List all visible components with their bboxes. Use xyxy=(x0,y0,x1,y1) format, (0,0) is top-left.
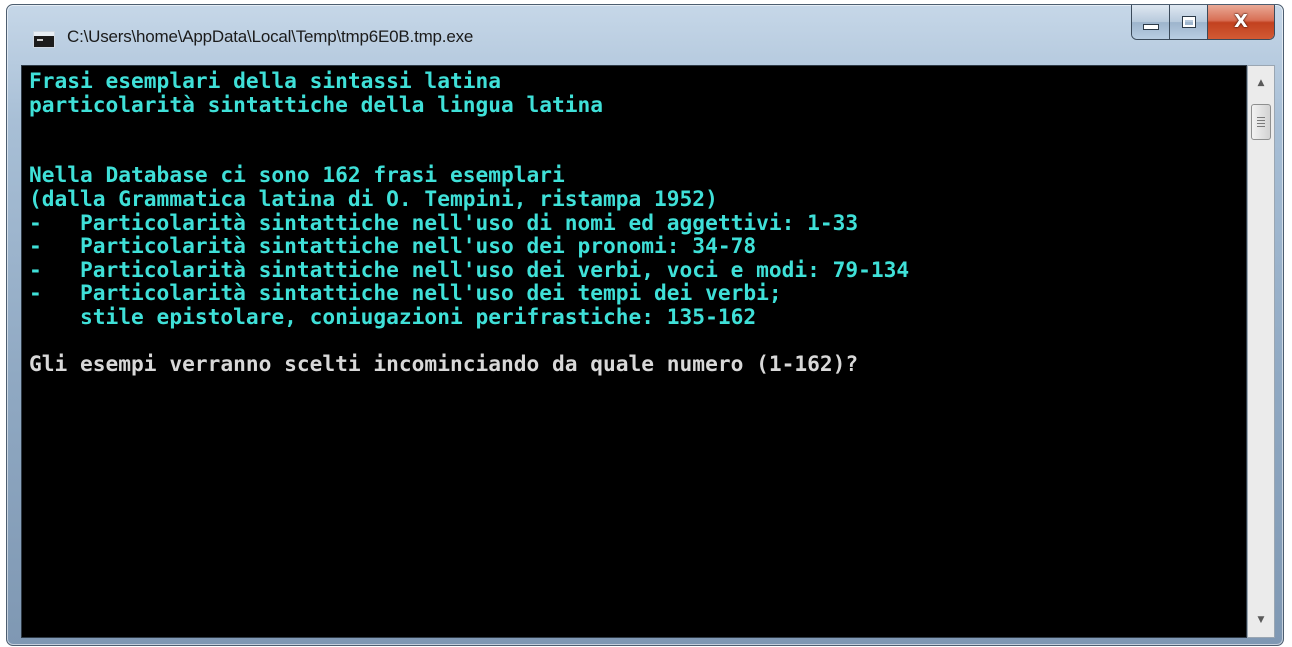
console-text: Frasi esemplari della sintassi latina par… xyxy=(29,69,909,376)
maximize-button[interactable] xyxy=(1170,5,1208,39)
console-line: Frasi esemplari della sintassi latina xyxy=(29,68,501,93)
scrollbar-thumb[interactable] xyxy=(1251,104,1271,140)
vertical-scrollbar[interactable]: ▲ ▼ xyxy=(1247,65,1275,638)
console-line: - Particolarità sintattiche nell'uso dei… xyxy=(29,280,782,306)
console-line: (dalla Grammatica latina di O. Tempini, … xyxy=(29,185,718,211)
caption-buttons: X xyxy=(1131,5,1275,40)
close-icon: X xyxy=(1234,11,1248,32)
maximize-icon xyxy=(1181,16,1196,28)
title-bar[interactable]: C:\Users\home\AppData\Local\Temp\tmp6E0B… xyxy=(7,5,1283,65)
console-line: Nella Database ci sono 162 frasi esempla… xyxy=(29,162,565,188)
console-output[interactable]: Frasi esemplari della sintassi latina par… xyxy=(21,65,1247,638)
console-window: C:\Users\home\AppData\Local\Temp\tmp6E0B… xyxy=(6,4,1284,646)
grip-icon xyxy=(1257,117,1265,127)
minimize-icon xyxy=(1142,24,1159,30)
console-line: stile epistolare, coniugazioni perifrast… xyxy=(29,303,757,329)
scroll-up-arrow-icon[interactable]: ▲ xyxy=(1248,70,1274,96)
minimize-button[interactable] xyxy=(1132,5,1170,39)
console-line: - Particolarità sintattiche nell'uso di … xyxy=(29,209,859,235)
console-line: - Particolarità sintattiche nell'uso dei… xyxy=(29,256,910,282)
console-app-icon[interactable] xyxy=(33,31,55,48)
console-line: - Particolarità sintattiche nell'uso dei… xyxy=(29,233,757,259)
console-line: particolarità sintattiche della lingua l… xyxy=(29,91,604,117)
close-button[interactable]: X xyxy=(1208,5,1274,39)
console-prompt: Gli esempi verranno scelti incominciando… xyxy=(29,351,859,377)
window-title: C:\Users\home\AppData\Local\Temp\tmp6E0B… xyxy=(67,27,474,46)
scroll-down-arrow-icon[interactable]: ▼ xyxy=(1248,607,1274,633)
